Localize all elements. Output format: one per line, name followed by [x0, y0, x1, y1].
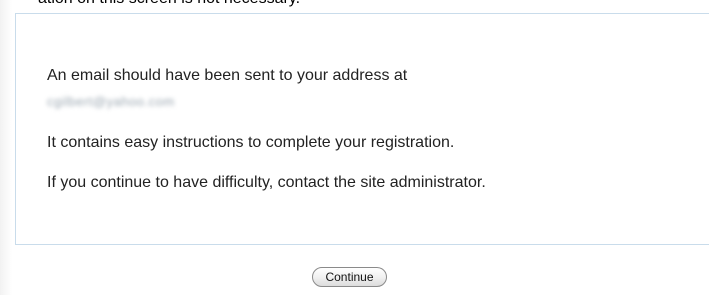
instructions-text: It contains easy instructions to complet… [47, 134, 455, 151]
email-sent-text: An email should have been sent to your a… [47, 67, 408, 84]
message-box: An email should have been sent to your a… [15, 13, 709, 245]
cropped-intro-text: ation on this screen is not necessary. [38, 0, 300, 8]
page-edge-shadow [0, 0, 12, 295]
difficulty-text: If you continue to have difficulty, cont… [47, 174, 486, 191]
redacted-email-address: cgilbert@yahoo.com [47, 94, 175, 109]
continue-button[interactable]: Continue [312, 267, 387, 287]
actions-bar: Continue [0, 267, 709, 287]
